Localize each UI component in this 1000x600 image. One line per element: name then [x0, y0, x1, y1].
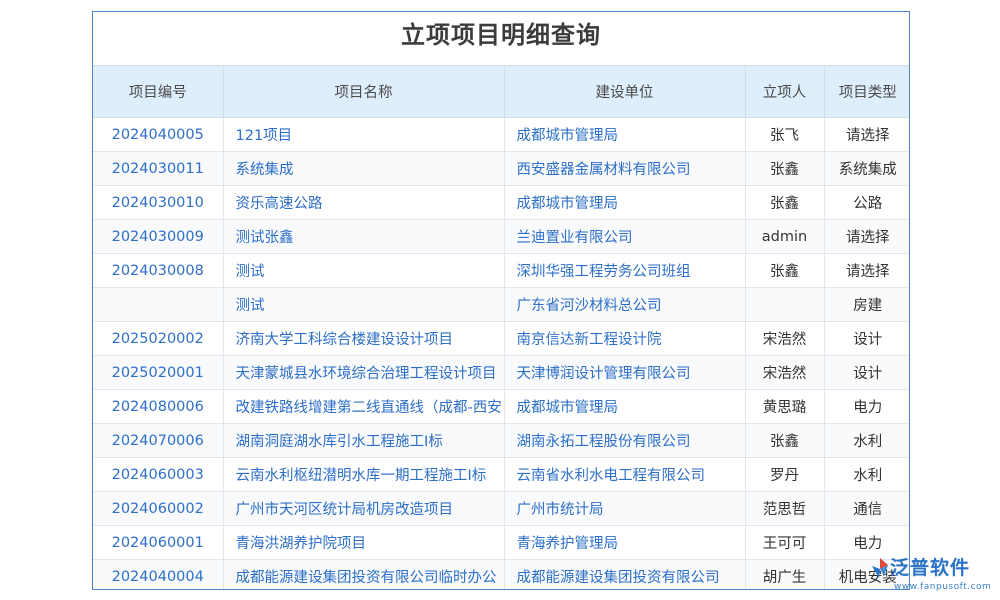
project-name-link[interactable]: 广州市天河区统计局机房改造项目 — [223, 491, 505, 526]
table-body: 2024040005 121项目 成都城市管理局 张飞 请选择 20240300… — [93, 117, 909, 589]
table-header-row: 项目编号 项目名称 建设单位 立项人 项目类型 — [93, 65, 909, 118]
project-code-link[interactable]: 2025020001 — [93, 355, 224, 390]
construction-unit-link[interactable]: 青海养护管理局 — [504, 525, 746, 560]
table-row[interactable]: 2024060001 青海洪湖养护院项目 青海养护管理局 王可可 电力 — [93, 525, 909, 560]
project-name-link[interactable]: 测试张鑫 — [223, 219, 505, 254]
project-code-link[interactable]: 2024060002 — [93, 491, 224, 526]
project-initiator: 张鑫 — [745, 151, 825, 186]
project-name-link[interactable]: 湖南洞庭湖水库引水工程施工I标 — [223, 423, 505, 458]
project-name-link[interactable]: 测试 — [223, 287, 505, 322]
table-row[interactable]: 2024030010 资乐高速公路 成都城市管理局 张鑫 公路 — [93, 185, 909, 220]
column-header-name[interactable]: 项目名称 — [223, 65, 505, 118]
table-row[interactable]: 2025020001 天津蒙城县水环境综合治理工程设计项目 天津博润设计管理有限… — [93, 355, 909, 390]
project-type: 设计 — [824, 321, 909, 356]
construction-unit-link[interactable]: 成都城市管理局 — [504, 117, 746, 152]
construction-unit-link[interactable]: 成都能源建设集团投资有限公司 — [504, 559, 746, 589]
table-row[interactable]: 测试 广东省河沙材料总公司 房建 — [93, 287, 909, 322]
table-row[interactable]: 2024030008 测试 深圳华强工程劳务公司班组 张鑫 请选择 — [93, 253, 909, 288]
project-code-link[interactable]: 2024030008 — [93, 253, 224, 288]
project-code-link[interactable]: 2025020002 — [93, 321, 224, 356]
project-name-link[interactable]: 济南大学工科综合楼建设设计项目 — [223, 321, 505, 356]
table-row[interactable]: 2024080006 改建铁路线增建第二线直通线（成都-西安 成都城市管理局 黄… — [93, 389, 909, 424]
project-initiator: 罗丹 — [745, 457, 825, 492]
table-row[interactable]: 2024030009 测试张鑫 兰迪置业有限公司 admin 请选择 — [93, 219, 909, 254]
column-header-unit[interactable]: 建设单位 — [504, 65, 746, 118]
project-code-link[interactable]: 2024060003 — [93, 457, 224, 492]
project-type: 机电安装 — [824, 559, 909, 589]
construction-unit-link[interactable]: 西安盛器金属材料有限公司 — [504, 151, 746, 186]
construction-unit-link[interactable]: 成都城市管理局 — [504, 185, 746, 220]
column-header-type[interactable]: 项目类型 — [824, 65, 909, 118]
project-query-panel: 立项项目明细查询 项目编号 项目名称 建设单位 立项人 项目类型 2024040… — [92, 11, 910, 590]
project-initiator: 王可可 — [745, 525, 825, 560]
project-code-link[interactable]: 2024030011 — [93, 151, 224, 186]
column-header-code[interactable]: 项目编号 — [93, 65, 224, 118]
project-code-link[interactable] — [93, 287, 224, 322]
construction-unit-link[interactable]: 广州市统计局 — [504, 491, 746, 526]
project-initiator: 张鑫 — [745, 423, 825, 458]
construction-unit-link[interactable]: 云南省水利水电工程有限公司 — [504, 457, 746, 492]
table-row[interactable]: 2024030011 系统集成 西安盛器金属材料有限公司 张鑫 系统集成 — [93, 151, 909, 186]
project-name-link[interactable]: 成都能源建设集团投资有限公司临时办公 — [223, 559, 505, 589]
project-code-link[interactable]: 2024070006 — [93, 423, 224, 458]
project-initiator: 宋浩然 — [745, 321, 825, 356]
project-name-link[interactable]: 改建铁路线增建第二线直通线（成都-西安 — [223, 389, 505, 424]
construction-unit-link[interactable]: 深圳华强工程劳务公司班组 — [504, 253, 746, 288]
table-row[interactable]: 2024040004 成都能源建设集团投资有限公司临时办公 成都能源建设集团投资… — [93, 559, 909, 589]
project-type: 通信 — [824, 491, 909, 526]
project-name-link[interactable]: 云南水利枢纽潜明水库一期工程施工I标 — [223, 457, 505, 492]
project-code-link[interactable]: 2024080006 — [93, 389, 224, 424]
project-name-link[interactable]: 资乐高速公路 — [223, 185, 505, 220]
project-type: 请选择 — [824, 219, 909, 254]
project-name-link[interactable]: 测试 — [223, 253, 505, 288]
project-name-link[interactable]: 天津蒙城县水环境综合治理工程设计项目 — [223, 355, 505, 390]
project-type: 电力 — [824, 389, 909, 424]
construction-unit-link[interactable]: 湖南永拓工程股份有限公司 — [504, 423, 746, 458]
construction-unit-link[interactable]: 成都城市管理局 — [504, 389, 746, 424]
table-row[interactable]: 2024040005 121项目 成都城市管理局 张飞 请选择 — [93, 117, 909, 152]
project-type: 系统集成 — [824, 151, 909, 186]
project-type: 电力 — [824, 525, 909, 560]
page-title: 立项项目明细查询 — [93, 12, 909, 65]
project-type: 公路 — [824, 185, 909, 220]
project-name-link[interactable]: 121项目 — [223, 117, 505, 152]
project-initiator: 张鑫 — [745, 253, 825, 288]
project-name-link[interactable]: 系统集成 — [223, 151, 505, 186]
project-code-link[interactable]: 2024060001 — [93, 525, 224, 560]
table-row[interactable]: 2024060003 云南水利枢纽潜明水库一期工程施工I标 云南省水利水电工程有… — [93, 457, 909, 492]
table-row[interactable]: 2025020002 济南大学工科综合楼建设设计项目 南京信达新工程设计院 宋浩… — [93, 321, 909, 356]
project-initiator: admin — [745, 219, 825, 254]
construction-unit-link[interactable]: 广东省河沙材料总公司 — [504, 287, 746, 322]
project-type: 房建 — [824, 287, 909, 322]
construction-unit-link[interactable]: 兰迪置业有限公司 — [504, 219, 746, 254]
table-row[interactable]: 2024060002 广州市天河区统计局机房改造项目 广州市统计局 范思哲 通信 — [93, 491, 909, 526]
project-type: 水利 — [824, 423, 909, 458]
project-code-link[interactable]: 2024030009 — [93, 219, 224, 254]
project-table: 项目编号 项目名称 建设单位 立项人 项目类型 2024040005 121项目… — [93, 65, 909, 589]
construction-unit-link[interactable]: 南京信达新工程设计院 — [504, 321, 746, 356]
project-name-link[interactable]: 青海洪湖养护院项目 — [223, 525, 505, 560]
project-initiator: 胡广生 — [745, 559, 825, 589]
project-initiator: 宋浩然 — [745, 355, 825, 390]
project-initiator: 张鑫 — [745, 185, 825, 220]
project-type: 设计 — [824, 355, 909, 390]
project-initiator: 黄思璐 — [745, 389, 825, 424]
project-type: 请选择 — [824, 253, 909, 288]
project-initiator: 张飞 — [745, 117, 825, 152]
project-type: 请选择 — [824, 117, 909, 152]
project-code-link[interactable]: 2024030010 — [93, 185, 224, 220]
project-code-link[interactable]: 2024040004 — [93, 559, 224, 589]
project-code-link[interactable]: 2024040005 — [93, 117, 224, 152]
column-header-person[interactable]: 立项人 — [745, 65, 825, 118]
project-initiator: 范思哲 — [745, 491, 825, 526]
construction-unit-link[interactable]: 天津博润设计管理有限公司 — [504, 355, 746, 390]
table-row[interactable]: 2024070006 湖南洞庭湖水库引水工程施工I标 湖南永拓工程股份有限公司 … — [93, 423, 909, 458]
project-type: 水利 — [824, 457, 909, 492]
project-initiator — [745, 287, 825, 322]
